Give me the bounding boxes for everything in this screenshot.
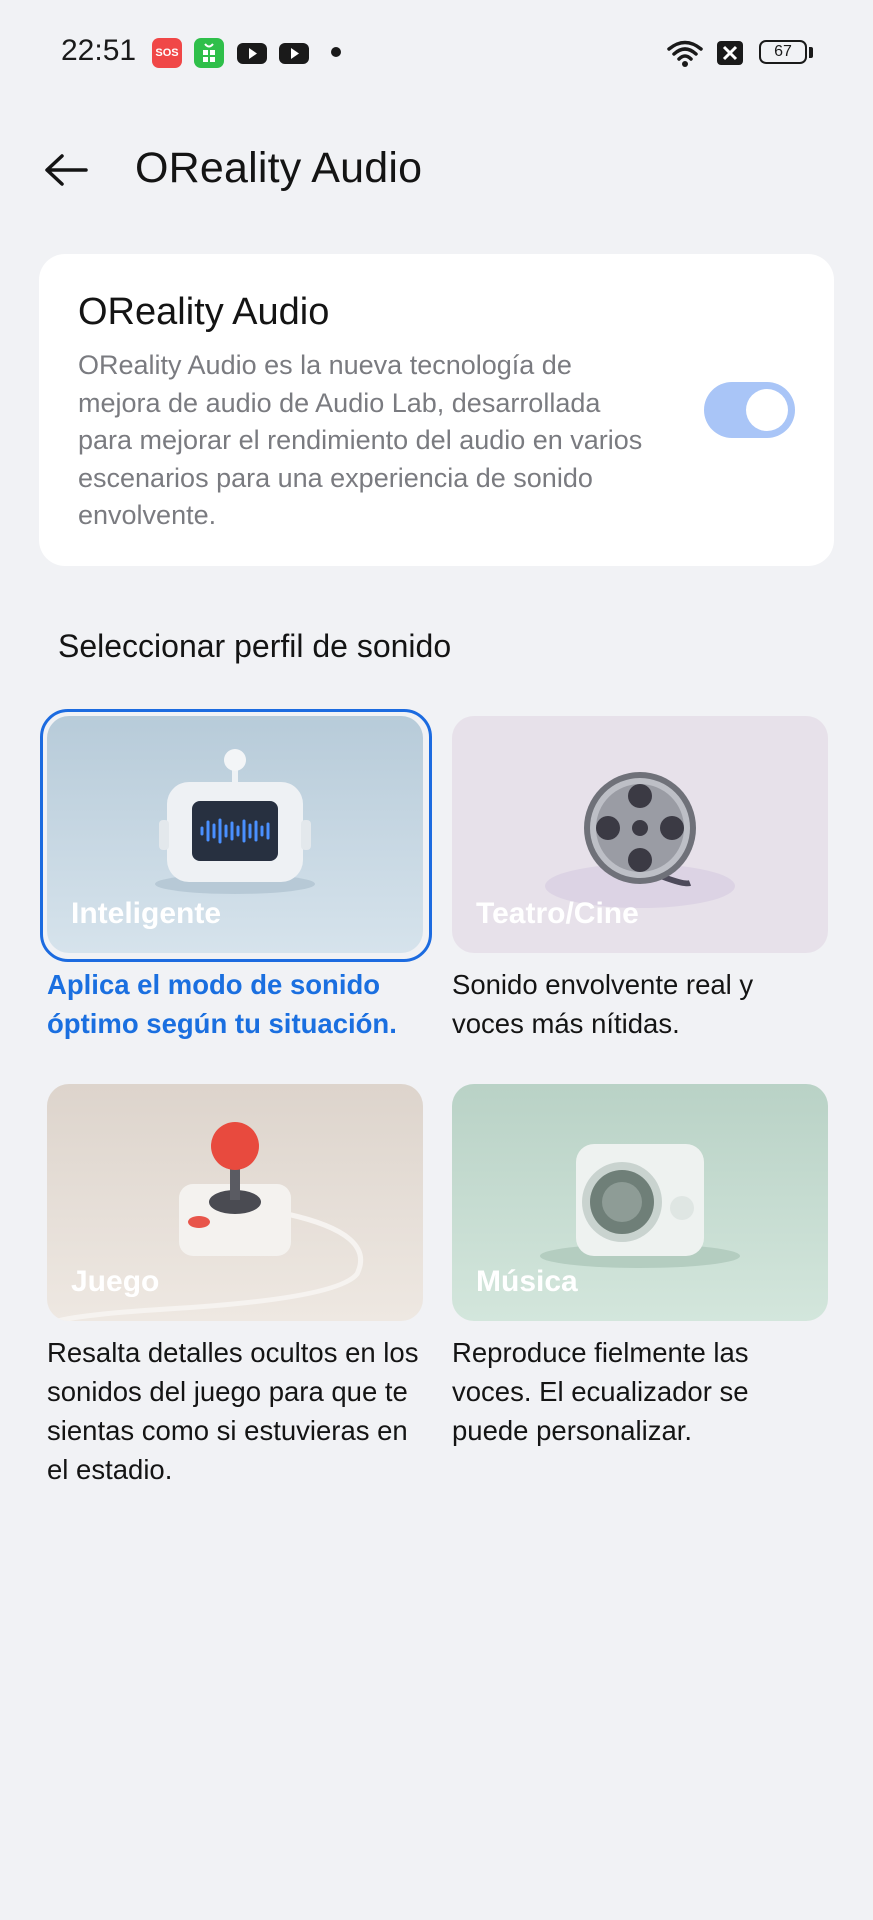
section-title: Seleccionar perfil de sonido: [58, 628, 452, 664]
profile-description: Sonido envolvente real y voces más nítid…: [452, 969, 754, 1039]
profile-thumbnail: Juego: [47, 1084, 423, 1321]
card-title: OReality Audio: [78, 291, 330, 333]
youtube-icon: [278, 38, 310, 68]
youtube-icon: [236, 38, 268, 68]
profile-thumbnail: Inteligente: [47, 716, 423, 953]
top-app-bar: OReality Audio: [0, 120, 873, 220]
sos-icon: SOS: [152, 38, 182, 68]
profile-description: Resalta detalles ocultos en los sonidos …: [47, 1337, 419, 1485]
back-arrow-icon[interactable]: [42, 148, 90, 192]
profile-thumbnail: Música: [452, 1084, 828, 1321]
profile-card-teatro-cine[interactable]: Teatro/Cine Sonido envolvente real y voc…: [452, 716, 828, 1043]
profile-description: Reproduce fielmente las voces. El ecuali…: [452, 1337, 749, 1446]
more-notifications-dot-icon: [331, 47, 341, 57]
profile-description: Aplica el modo de sonido óptimo según tu…: [47, 969, 397, 1039]
card-description: OReality Audio es la nueva tecnología de…: [78, 350, 643, 530]
app-notification-icon: [194, 38, 224, 68]
profile-card-juego[interactable]: Juego Resalta detalles ocultos en los so…: [47, 1084, 423, 1489]
profile-label: Música: [476, 1265, 578, 1298]
clock: 22:51: [61, 34, 137, 67]
status-bar: 22:51 SOS 67: [0, 0, 873, 104]
oreality-audio-card: OReality Audio OReality Audio es la nuev…: [39, 254, 834, 566]
profile-thumbnail: Teatro/Cine: [452, 716, 828, 953]
no-sim-icon: [715, 38, 745, 68]
page-title: OReality Audio: [135, 144, 423, 192]
toggle-knob: [746, 389, 788, 431]
battery-icon: 67: [759, 40, 807, 64]
battery-cap: [809, 47, 813, 58]
profile-label: Teatro/Cine: [476, 897, 639, 930]
profile-card-musica[interactable]: Música Reproduce fielmente las voces. El…: [452, 1084, 828, 1450]
wifi-icon: [666, 38, 704, 68]
oreality-audio-toggle[interactable]: [704, 382, 795, 438]
profile-label: Juego: [71, 1265, 160, 1298]
profile-label: Inteligente: [71, 897, 222, 930]
profile-card-inteligente[interactable]: Inteligente Aplica el modo de sonido ópt…: [40, 709, 432, 1043]
